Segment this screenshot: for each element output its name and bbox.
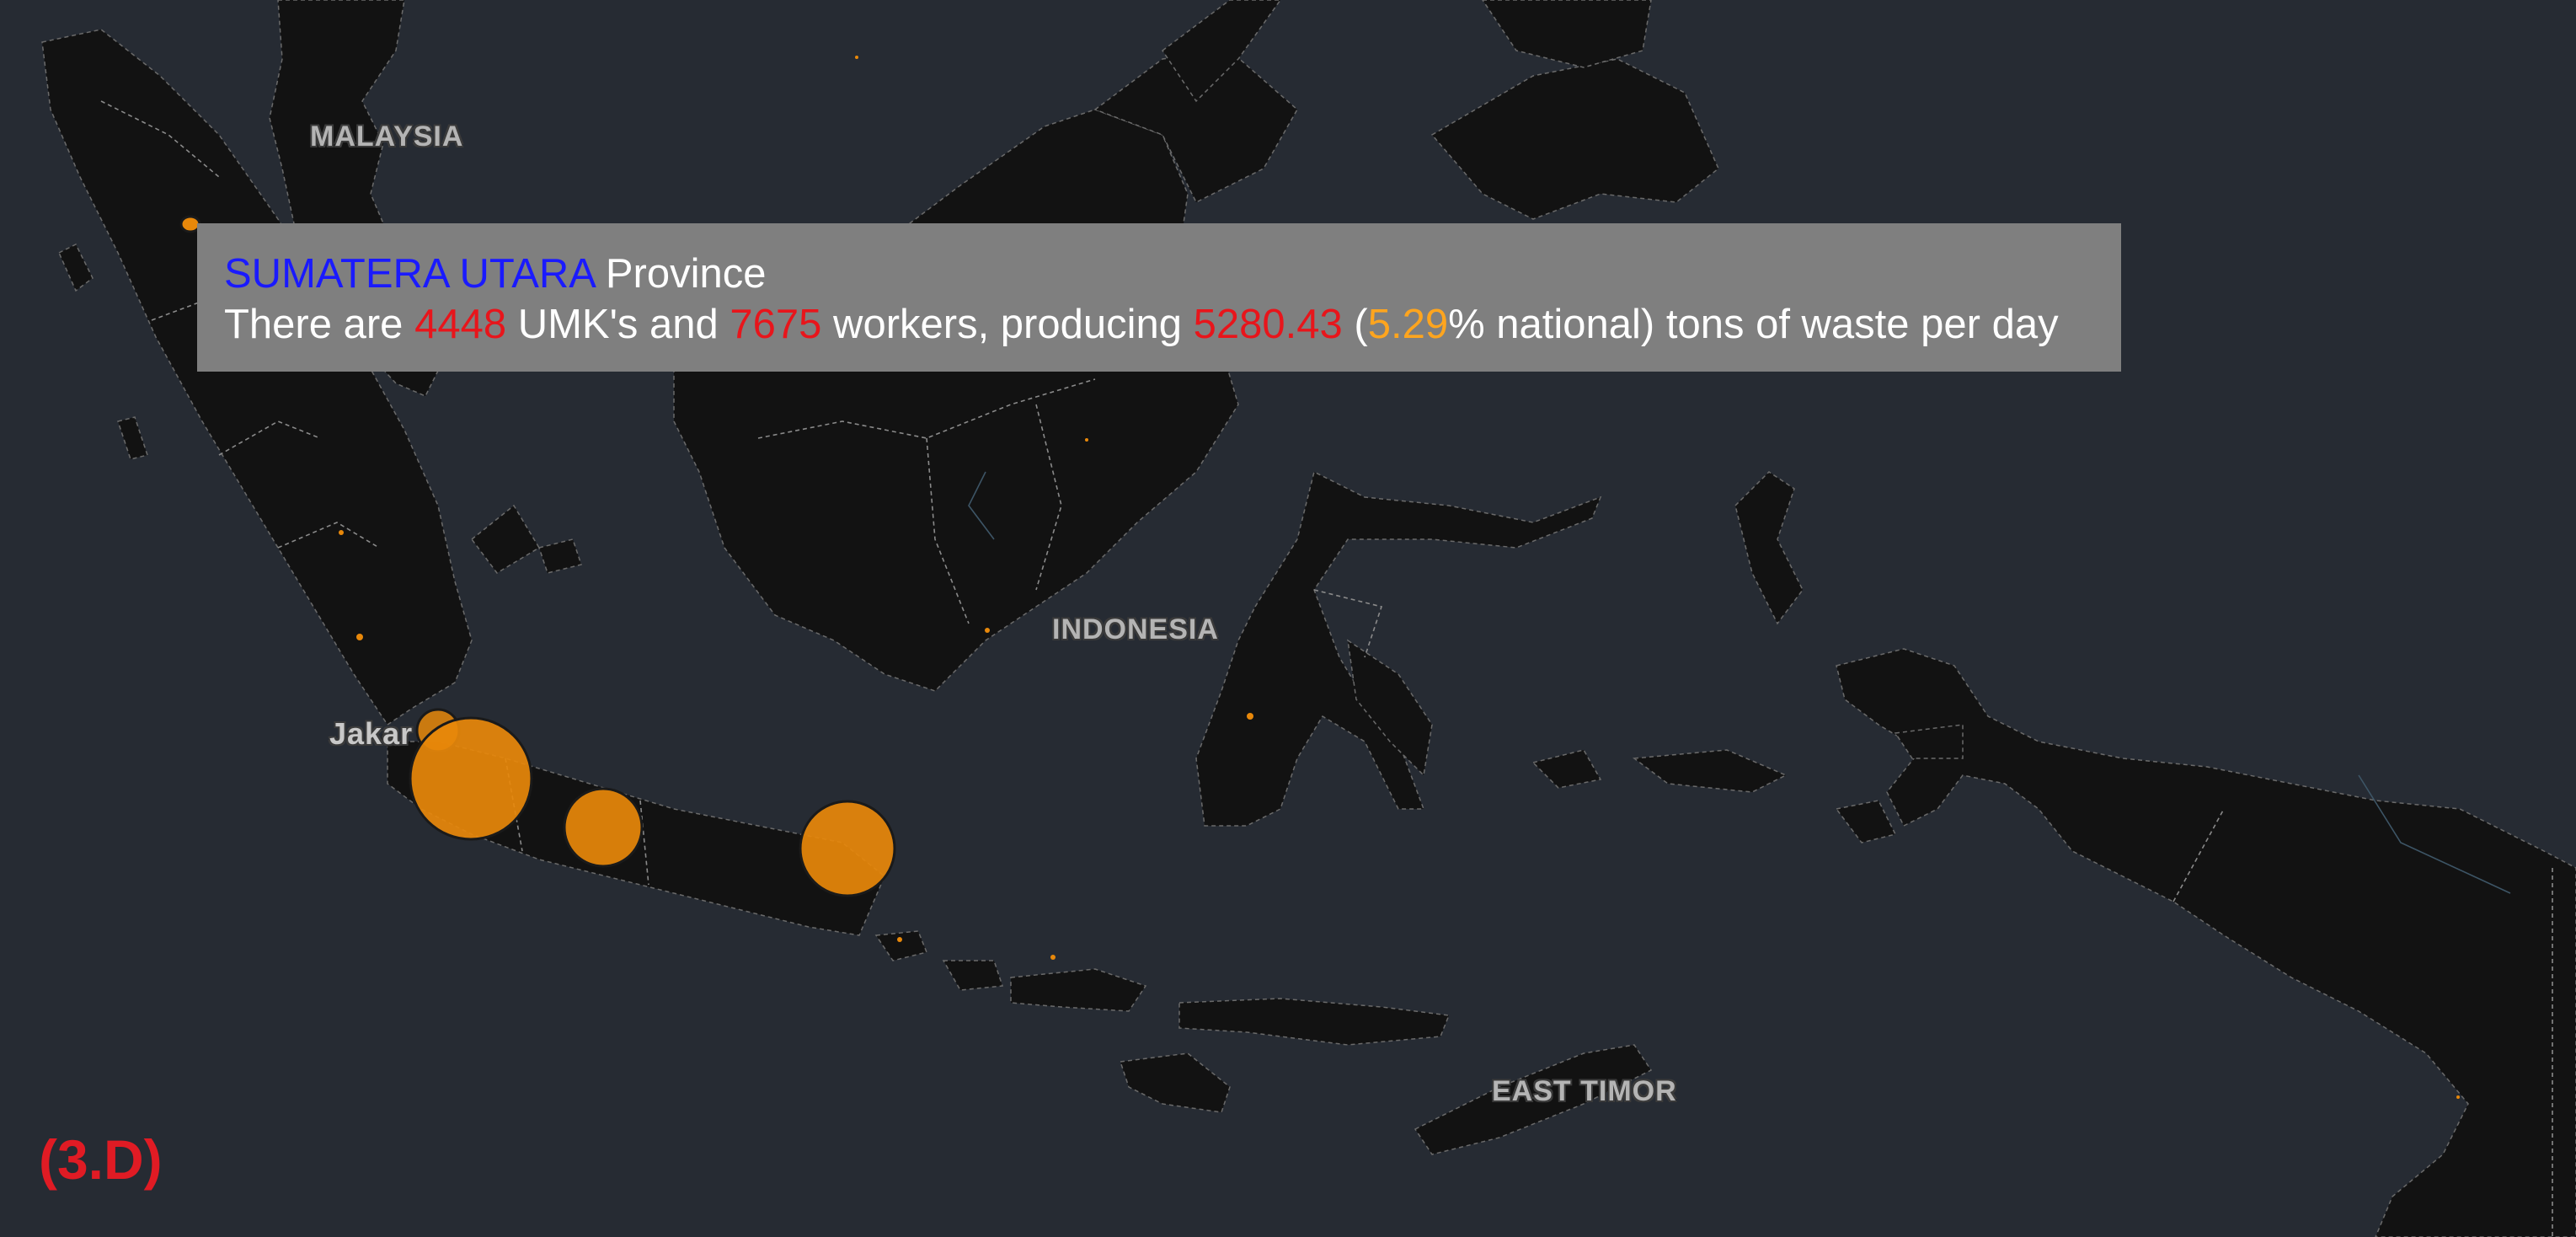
marker-dot [1247,713,1253,720]
land-flores [1178,998,1451,1046]
land-sumba [1119,1052,1231,1113]
land-seram [1632,749,1788,793]
label-malaysia: MALAYSIA [310,120,464,153]
tooltip-text-workers: workers, producing [821,302,1194,347]
map-canvas[interactable] [0,0,2576,1237]
tooltip-province-suffix: Province [594,251,767,297]
marker-dot [985,628,990,633]
land-sumbawa [1010,968,1147,1012]
land-philippines-south [1430,58,1719,220]
label-east-timor: EAST TIMOR [1492,1075,1677,1107]
marker-jawa-tengah[interactable] [563,787,644,868]
land-halmahera [1734,471,1804,625]
land-borneo [673,109,1239,692]
marker-jawa-timur[interactable] [799,800,896,897]
marker-dot [1050,955,1056,960]
tooltip-title-row: SUMATERA UTARA Province [224,249,2121,299]
land-maluku-isles [1835,800,1897,843]
marker-dot [339,530,344,535]
tooltip-workers: 7675 [730,302,822,347]
marker-jawa-barat[interactable] [409,716,533,841]
tooltip-waste-tons: 5280.43 [1193,302,1343,347]
land-philippines-mid [1482,0,1652,68]
land-bali [874,930,928,961]
marker-dot [356,634,363,640]
tooltip-national-pct: 5.29 [1367,302,1449,347]
marker-dot [897,937,902,942]
land-mentawai [117,416,148,460]
tooltip-umk-count: 4448 [414,302,507,347]
tooltip-text-close: % national) tons of waste per day [1448,302,2059,347]
land-bangka [470,504,541,574]
province-tooltip: SUMATERA UTARA Province There are 4448 U… [197,223,2121,372]
label-jakarta: Jakar [329,716,414,751]
tooltip-text-prefix: There are [224,302,415,347]
label-indonesia: INDONESIA [1052,613,1219,645]
land-sulawesi [1195,470,1602,827]
map-view[interactable]: MALAYSIA INDONESIA EAST TIMOR Jakar SUMA… [0,0,2576,1237]
marker-dot [2456,1095,2460,1099]
land-buru [1531,749,1602,789]
small-markers [339,56,2460,1099]
tooltip-province-name: SUMATERA UTARA [224,251,595,297]
panel-tag: (3.D) [39,1128,163,1191]
land-belitung [538,538,582,574]
tooltip-text-open: ( [1342,302,1368,347]
tooltip-text-umk: UMK's and [506,302,730,347]
land-lombok [942,960,1004,991]
marker-dot [1085,438,1088,442]
tooltip-stats-row: There are 4448 UMK's and 7675 workers, p… [224,299,2121,350]
marker-dot [855,56,858,59]
land-nias [58,243,94,292]
